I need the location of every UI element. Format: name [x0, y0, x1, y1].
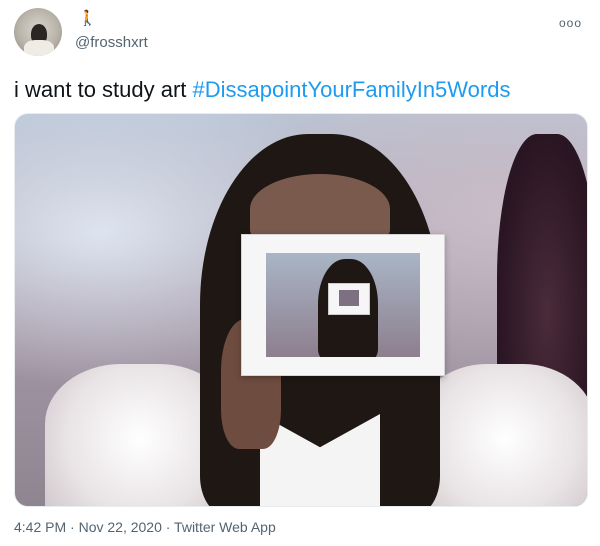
tweet-timestamp[interactable]: 4:42 PM · Nov 22, 2020 · Twitter Web App — [14, 519, 276, 535]
blouse-right-shape — [415, 364, 587, 506]
avatar-body-shape — [24, 40, 54, 56]
hashtag-link[interactable]: #DissapointYourFamilyIn5Words — [193, 77, 511, 102]
more-icon[interactable]: ooo — [559, 16, 582, 30]
tweet-text: i want to study art #DissapointYourFamil… — [14, 77, 510, 103]
tweet-text-plain: i want to study art — [14, 77, 193, 102]
user-handle[interactable]: @frosshxrt — [75, 34, 148, 51]
mini-photo-shape — [328, 283, 370, 315]
avatar[interactable] — [14, 8, 62, 56]
display-name[interactable]: 🚶 — [78, 10, 97, 28]
held-photo-inner — [266, 253, 420, 357]
tweet-media-image[interactable] — [14, 113, 588, 507]
held-photo — [241, 234, 445, 376]
